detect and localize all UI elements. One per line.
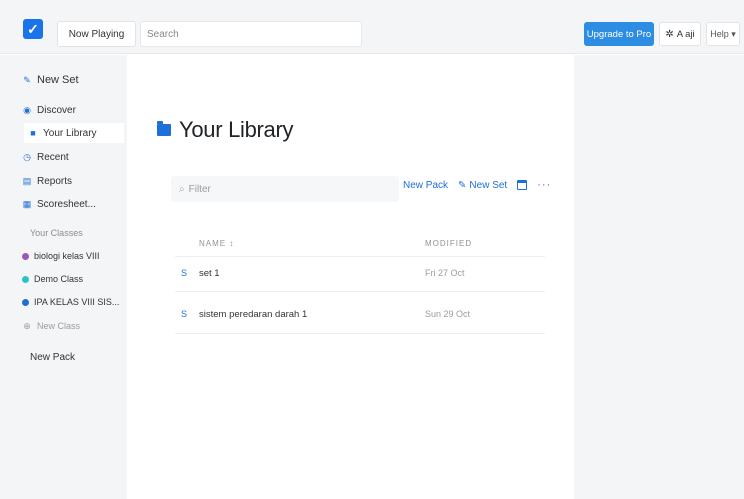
folder-icon: ■ bbox=[30, 128, 36, 138]
class-color-dot bbox=[22, 252, 29, 260]
class-color-dot bbox=[22, 275, 29, 283]
main-content: Your Library ⌕ New Pack ✎ New Set ··· NA… bbox=[127, 55, 574, 499]
now-playing-button[interactable]: Now Playing bbox=[57, 21, 136, 47]
clock-icon: ◷ bbox=[23, 151, 31, 162]
sidebar-item-label: New Set bbox=[37, 74, 79, 86]
table-row[interactable]: S set 1 Fri 27 Oct bbox=[175, 256, 545, 292]
sidebar-class-item[interactable]: IPA KELAS VIII SIS... bbox=[22, 292, 124, 312]
sidebar-item-label: Scoresheet... bbox=[37, 198, 96, 210]
class-color-dot bbox=[22, 298, 29, 306]
search-icon: ⌕ bbox=[179, 183, 185, 195]
set-name[interactable]: sistem peredaran darah 1 bbox=[199, 309, 307, 320]
compass-icon: ◉ bbox=[23, 104, 31, 115]
user-name: A aji bbox=[676, 28, 695, 40]
page-header: Your Library bbox=[157, 117, 294, 143]
column-header-name[interactable]: NAME ↕ bbox=[199, 239, 234, 248]
sidebar-item-label: New Pack bbox=[30, 351, 76, 363]
sidebar-item-label: Your Library bbox=[43, 127, 97, 139]
sidebar-item-label: Recent bbox=[37, 151, 69, 163]
sidebar-item-label: New Class bbox=[37, 321, 81, 331]
sidebar-item-discover[interactable]: ◉ Discover bbox=[22, 100, 124, 120]
grid-icon: ▦ bbox=[22, 198, 32, 209]
sidebar-item-label: Discover bbox=[37, 104, 76, 116]
sidebar-item-label: IPA KELAS VIII SIS... bbox=[34, 297, 120, 307]
classes-heading: Your Classes bbox=[30, 228, 83, 238]
sidebar-new-set[interactable]: ✎ New Set bbox=[22, 70, 124, 90]
library-actions: New Pack ✎ New Set ··· bbox=[403, 179, 551, 191]
column-header-modified[interactable]: MODIFIED bbox=[425, 239, 472, 248]
filter-bar: ⌕ bbox=[171, 176, 399, 202]
sidebar-item-label: Demo Class bbox=[34, 274, 84, 284]
table-row[interactable]: S sistem peredaran darah 1 Sun 29 Oct bbox=[175, 298, 545, 334]
folder-icon bbox=[157, 121, 171, 136]
sidebar-item-scoresheet[interactable]: ▦ Scoresheet... bbox=[22, 194, 124, 214]
user-menu-button[interactable]: ✲ A aji bbox=[659, 22, 701, 46]
new-set-button[interactable]: ✎ New Set bbox=[458, 180, 507, 191]
sidebar: ✎ New Set ◉ Discover ■ Your Library ◷ Re… bbox=[0, 55, 127, 499]
search-input[interactable] bbox=[140, 21, 362, 47]
set-type-icon: S bbox=[181, 268, 188, 278]
sidebar-item-your-library[interactable]: ■ Your Library bbox=[24, 123, 124, 143]
sidebar-item-label: Reports bbox=[37, 175, 73, 187]
top-bar: ✓ Now Playing Upgrade to Pro ✲ A aji Hel… bbox=[0, 0, 744, 54]
new-pack-button[interactable]: New Pack bbox=[403, 180, 448, 191]
sidebar-class-item[interactable]: biologi kelas VIII bbox=[22, 246, 124, 266]
sidebar-class-item[interactable]: Demo Class bbox=[22, 269, 124, 289]
new-set-label: New Set bbox=[469, 179, 508, 191]
sidebar-new-class[interactable]: ⊕ New Class bbox=[22, 316, 124, 336]
calendar-icon[interactable] bbox=[517, 180, 528, 190]
edit-icon: ✎ bbox=[23, 74, 31, 85]
filter-input[interactable] bbox=[188, 183, 379, 195]
sidebar-item-label: biologi kelas VIII bbox=[34, 251, 100, 261]
right-panel bbox=[574, 55, 744, 499]
plus-circle-icon: ⊕ bbox=[23, 320, 31, 331]
set-modified: Sun 29 Oct bbox=[425, 309, 471, 319]
upgrade-to-pro-button[interactable]: Upgrade to Pro bbox=[584, 22, 654, 46]
gear-icon: ✲ bbox=[665, 28, 674, 40]
more-options-button[interactable]: ··· bbox=[537, 179, 551, 191]
report-icon: ▤ bbox=[22, 175, 32, 186]
set-type-icon: S bbox=[181, 309, 188, 319]
set-modified: Fri 27 Oct bbox=[425, 268, 465, 278]
sidebar-item-recent[interactable]: ◷ Recent bbox=[22, 147, 124, 167]
edit-icon: ✎ bbox=[458, 179, 467, 191]
page-title: Your Library bbox=[179, 117, 294, 142]
app-logo-icon[interactable]: ✓ bbox=[23, 19, 43, 39]
sidebar-item-reports[interactable]: ▤ Reports bbox=[22, 171, 124, 191]
help-menu-button[interactable]: Help ▾ bbox=[706, 22, 740, 46]
sidebar-new-pack[interactable]: New Pack bbox=[30, 347, 132, 367]
set-name[interactable]: set 1 bbox=[199, 268, 220, 279]
